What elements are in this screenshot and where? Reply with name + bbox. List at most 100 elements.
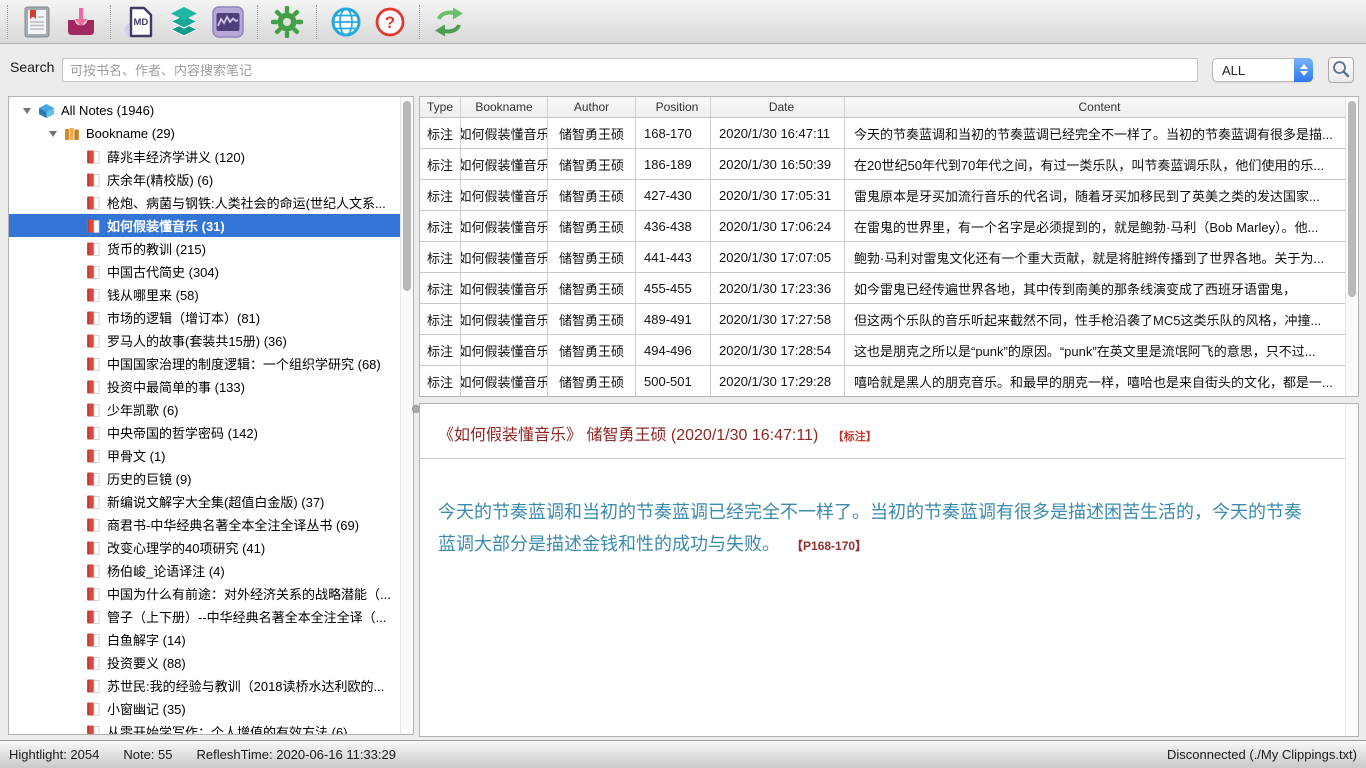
refresh-sync-button[interactable] bbox=[427, 3, 471, 41]
search-input[interactable] bbox=[62, 58, 1198, 82]
language-web-button[interactable] bbox=[324, 3, 368, 41]
sidebar-item-book[interactable]: 中央帝国的哲学密码 (142) bbox=[9, 421, 400, 444]
sidebar-item-book[interactable]: 庆余年(精校版) (6) bbox=[9, 168, 400, 191]
disclosure-triangle-icon[interactable] bbox=[49, 131, 57, 137]
sidebar-item-book[interactable]: 苏世民:我的经验与教训（2018读桥水达利欧的... bbox=[9, 674, 400, 697]
table-scrollbar-thumb[interactable] bbox=[1348, 101, 1356, 297]
sidebar-item-book[interactable]: 枪炮、病菌与钢铁:人类社会的命运(世纪人文系... bbox=[9, 191, 400, 214]
table-row[interactable]: 标注如何假装懂音乐储智勇王硕489-4912020/1/30 17:27:58但… bbox=[420, 304, 1345, 335]
cell-author: 储智勇王硕 bbox=[548, 118, 636, 148]
sidebar-item-book[interactable]: 薛兆丰经济学讲义 (120) bbox=[9, 145, 400, 168]
sidebar-scrollbar-thumb[interactable] bbox=[403, 101, 411, 291]
sidebar-item-book[interactable]: 历史的巨镜 (9) bbox=[9, 467, 400, 490]
cell-date: 2020/1/30 17:28:54 bbox=[711, 335, 845, 365]
svg-text:MD: MD bbox=[134, 17, 149, 28]
table-row[interactable]: 标注如何假装懂音乐储智勇王硕427-4302020/1/30 17:05:31雷… bbox=[420, 180, 1345, 211]
filter-dropdown[interactable]: ALL bbox=[1212, 58, 1313, 82]
table-row[interactable]: 标注如何假装懂音乐储智勇王硕186-1892020/1/30 16:50:39在… bbox=[420, 149, 1345, 180]
table-row[interactable]: 标注如何假装懂音乐储智勇王硕441-4432020/1/30 17:07:05鲍… bbox=[420, 242, 1345, 273]
sidebar-item-book[interactable]: 投资中最简单的事 (133) bbox=[9, 375, 400, 398]
table-row[interactable]: 标注如何假装懂音乐储智勇王硕500-5012020/1/30 17:29:28嘻… bbox=[420, 366, 1345, 397]
book-icon bbox=[85, 425, 101, 441]
cell-date: 2020/1/30 17:27:58 bbox=[711, 304, 845, 334]
cell-type: 标注 bbox=[420, 242, 461, 272]
sidebar-item-book[interactable]: 中国为什么有前途：对外经济关系的战略潜能（... bbox=[9, 582, 400, 605]
sidebar-item-book[interactable]: 杨伯峻_论语译注 (4) bbox=[9, 559, 400, 582]
notes-table: TypeBooknameAuthorPositionDateContent 标注… bbox=[419, 96, 1359, 397]
highlight-count: Hightlight: 2054 bbox=[9, 747, 99, 762]
note-type-tag: 【标注】 bbox=[833, 431, 877, 443]
book-label: 罗马人的故事(套装共15册) (36) bbox=[107, 331, 287, 350]
sidebar-item-book[interactable]: 如何假装懂音乐 (31) bbox=[9, 214, 400, 237]
book-label: 少年凯歌 (6) bbox=[107, 400, 179, 419]
sidebar-item-book[interactable]: 新编说文解字大全集(超值白金版) (37) bbox=[9, 490, 400, 513]
settings-button[interactable] bbox=[265, 3, 309, 41]
search-button[interactable] bbox=[1328, 57, 1354, 83]
book-label: 货币的教训 (215) bbox=[107, 239, 206, 258]
book-label: 中国古代简史 (304) bbox=[107, 262, 219, 281]
sidebar-item-bookname-group[interactable]: Bookname (29) bbox=[9, 122, 400, 145]
cell-type: 标注 bbox=[420, 180, 461, 210]
column-header-bookname[interactable]: Bookname bbox=[461, 97, 548, 117]
sidebar-item-book[interactable]: 中国国家治理的制度逻辑：一个组织学研究 (68) bbox=[9, 352, 400, 375]
sidebar-item-all-notes[interactable]: All Notes (1946) bbox=[9, 99, 400, 122]
sidebar-item-book[interactable]: 中国古代简史 (304) bbox=[9, 260, 400, 283]
cell-content: 鲍勃·马利对雷鬼文化还有一个重大贡献，就是将脏辫传播到了世界各地。关于为... bbox=[845, 242, 1345, 272]
export-all-button[interactable] bbox=[162, 3, 206, 41]
markdown-export-button[interactable]: MD bbox=[118, 3, 162, 41]
column-header-content[interactable]: Content bbox=[845, 97, 1345, 117]
note-detail: 《如何假装懂音乐》 储智勇王硕 (2020/1/30 16:47:11) 【标注… bbox=[419, 403, 1359, 737]
import-clippings-button[interactable] bbox=[59, 3, 103, 41]
cell-content: 但这两个乐队的音乐听起来截然不同，性手枪沿袭了MC5这类乐队的风格，冲撞... bbox=[845, 304, 1345, 334]
column-header-author[interactable]: Author bbox=[548, 97, 636, 117]
notes-document-button[interactable] bbox=[15, 3, 59, 41]
sidebar-scrollbar[interactable] bbox=[400, 97, 413, 734]
cell-date: 2020/1/30 16:47:11 bbox=[711, 118, 845, 148]
sidebar-item-book[interactable]: 改变心理学的40项研究 (41) bbox=[9, 536, 400, 559]
cell-bookname: 如何假装懂音乐 bbox=[461, 366, 548, 396]
column-header-type[interactable]: Type bbox=[420, 97, 461, 117]
sidebar-item-book[interactable]: 投资要义 (88) bbox=[9, 651, 400, 674]
all-notes-icon bbox=[38, 103, 55, 119]
book-label: 中央帝国的哲学密码 (142) bbox=[107, 423, 258, 442]
column-header-position[interactable]: Position bbox=[636, 97, 711, 117]
statistics-button[interactable] bbox=[206, 3, 250, 41]
sidebar-item-book[interactable]: 白鱼解字 (14) bbox=[9, 628, 400, 651]
detail-scrollbar[interactable] bbox=[1345, 404, 1358, 736]
table-row[interactable]: 标注如何假装懂音乐储智勇王硕494-4962020/1/30 17:28:54这… bbox=[420, 335, 1345, 366]
sidebar-item-book[interactable]: 罗马人的故事(套装共15册) (36) bbox=[9, 329, 400, 352]
search-bar: Search ALL bbox=[0, 45, 1366, 92]
book-label: 杨伯峻_论语译注 (4) bbox=[107, 561, 225, 580]
sidebar-item-book[interactable]: 商君书-中华经典名著全本全注全译丛书 (69) bbox=[9, 513, 400, 536]
cell-position: 441-443 bbox=[636, 242, 711, 272]
table-row[interactable]: 标注如何假装懂音乐储智勇王硕436-4382020/1/30 17:06:24在… bbox=[420, 211, 1345, 242]
column-header-date[interactable]: Date bbox=[711, 97, 845, 117]
sidebar-item-book[interactable]: 小窗幽记 (35) bbox=[9, 697, 400, 720]
cell-bookname: 如何假装懂音乐 bbox=[461, 211, 548, 241]
book-icon bbox=[85, 241, 101, 257]
cell-position: 455-455 bbox=[636, 273, 711, 303]
book-label: 投资要义 (88) bbox=[107, 653, 186, 672]
sidebar: All Notes (1946) Bookname (29) 薛兆丰经济学讲义 … bbox=[8, 96, 414, 735]
filter-dropdown-value: ALL bbox=[1213, 63, 1294, 78]
refresh-time: RefleshTime: 2020-06-16 11:33:29 bbox=[197, 747, 396, 762]
sidebar-item-book[interactable]: 钱从哪里来 (58) bbox=[9, 283, 400, 306]
sidebar-item-book[interactable]: 甲骨文 (1) bbox=[9, 444, 400, 467]
sidebar-item-book[interactable]: 管子（上下册）--中华经典名著全本全注全译（... bbox=[9, 605, 400, 628]
cell-position: 489-491 bbox=[636, 304, 711, 334]
table-row[interactable]: 标注如何假装懂音乐储智勇王硕168-1702020/1/30 16:47:11今… bbox=[420, 118, 1345, 149]
sidebar-item-book[interactable]: 从零开始学写作：个人增值的有效方法 (6) bbox=[9, 720, 400, 735]
table-scrollbar[interactable] bbox=[1345, 97, 1358, 396]
sidebar-item-book[interactable]: 市场的逻辑（增订本）(81) bbox=[9, 306, 400, 329]
book-icon bbox=[85, 678, 101, 694]
book-label: 市场的逻辑（增订本）(81) bbox=[107, 308, 260, 327]
sidebar-item-book[interactable]: 货币的教训 (215) bbox=[9, 237, 400, 260]
table-row[interactable]: 标注如何假装懂音乐储智勇王硕455-4552020/1/30 17:23:36如… bbox=[420, 273, 1345, 304]
book-label: 白鱼解字 (14) bbox=[107, 630, 186, 649]
disclosure-triangle-icon[interactable] bbox=[23, 108, 31, 114]
sync-icon bbox=[432, 5, 466, 39]
sidebar-item-book[interactable]: 少年凯歌 (6) bbox=[9, 398, 400, 421]
help-button[interactable]: ? bbox=[368, 3, 412, 41]
sidebar-book-list: 薛兆丰经济学讲义 (120) 庆余年(精校版) (6) 枪炮、病菌与钢铁:人类社… bbox=[9, 145, 400, 735]
cell-position: 436-438 bbox=[636, 211, 711, 241]
